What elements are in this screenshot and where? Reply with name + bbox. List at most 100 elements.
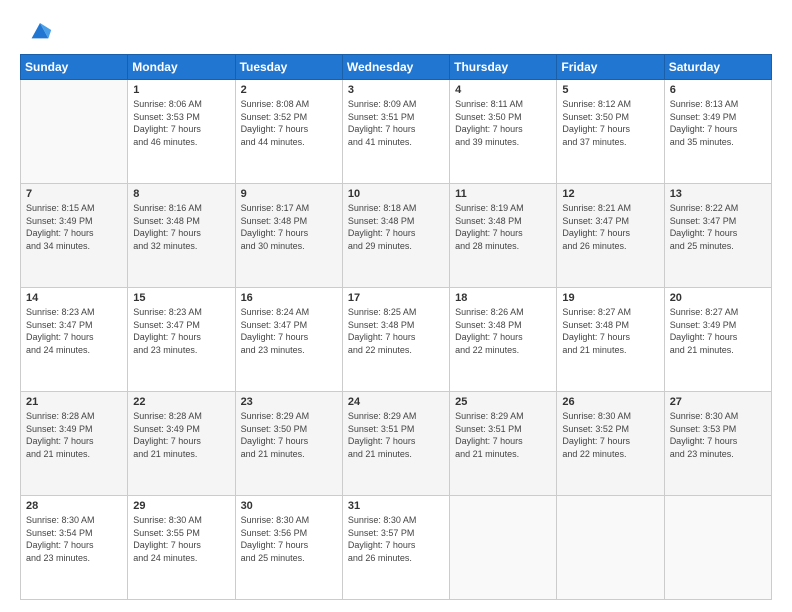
day-number: 10 <box>348 188 444 200</box>
calendar-cell: 26Sunrise: 8:30 AM Sunset: 3:52 PM Dayli… <box>557 392 664 496</box>
calendar-cell: 11 Sunrise: 8:19 AM Sunset: 3:48 PM Dayli… <box>450 184 557 288</box>
day-info: Sunrise: 8:16 AM Sunset: 3:48 PM Dayligh… <box>133 202 229 252</box>
weekday-header-saturday: Saturday <box>664 55 771 80</box>
calendar-cell: 9 Sunrise: 8:17 AM Sunset: 3:48 PM Daylig… <box>235 184 342 288</box>
calendar-cell: 3 Sunrise: 8:09 AM Sunset: 3:51 PM Daylig… <box>342 80 449 184</box>
day-info: Sunrise: 8:29 AM Sunset: 3:51 PM Dayligh… <box>348 410 444 460</box>
calendar-cell: 7 Sunrise: 8:15 AM Sunset: 3:49 PM Daylig… <box>21 184 128 288</box>
day-number: 5 <box>562 84 658 96</box>
day-number: 15 <box>133 292 229 304</box>
day-info: Sunrise: 8:11 AM Sunset: 3:50 PM Dayligh… <box>455 98 551 148</box>
day-number: 3 <box>348 84 444 96</box>
calendar-cell: 15 Sunrise: 8:23 AM Sunset: 3:47 PM Dayli… <box>128 288 235 392</box>
day-number: 29 <box>133 500 229 512</box>
day-info: Sunrise: 8:29 AM Sunset: 3:51 PM Dayligh… <box>455 410 551 460</box>
weekday-header-sunday: Sunday <box>21 55 128 80</box>
calendar-cell: 16 Sunrise: 8:24 AM Sunset: 3:47 PM Dayli… <box>235 288 342 392</box>
day-info: Sunrise: 8:09 AM Sunset: 3:51 PM Dayligh… <box>348 98 444 148</box>
day-number: 14 <box>26 292 122 304</box>
calendar-cell: 8 Sunrise: 8:16 AM Sunset: 3:48 PM Daylig… <box>128 184 235 288</box>
calendar-cell: 27Sunrise: 8:30 AM Sunset: 3:53 PM Dayli… <box>664 392 771 496</box>
day-number: 8 <box>133 188 229 200</box>
logo-icon <box>26 16 54 44</box>
day-number: 31 <box>348 500 444 512</box>
page: SundayMondayTuesdayWednesdayThursdayFrid… <box>0 0 792 612</box>
calendar-cell: 22 Sunrise: 8:28 AM Sunset: 3:49 PM Dayli… <box>128 392 235 496</box>
day-info: Sunrise: 8:17 AM Sunset: 3:48 PM Dayligh… <box>241 202 337 252</box>
calendar-cell: 29 Sunrise: 8:30 AM Sunset: 3:55 PM Dayli… <box>128 496 235 600</box>
calendar-cell: 14 Sunrise: 8:23 AM Sunset: 3:47 PM Dayli… <box>21 288 128 392</box>
day-number: 30 <box>241 500 337 512</box>
day-number: 18 <box>455 292 551 304</box>
header <box>20 16 772 44</box>
calendar-cell: 2 Sunrise: 8:08 AM Sunset: 3:52 PM Daylig… <box>235 80 342 184</box>
calendar-cell: 18 Sunrise: 8:26 AM Sunset: 3:48 PM Dayli… <box>450 288 557 392</box>
day-number: 19 <box>562 292 658 304</box>
day-number: 11 <box>455 188 551 200</box>
calendar-cell: 1 Sunrise: 8:06 AM Sunset: 3:53 PM Daylig… <box>128 80 235 184</box>
day-number: 12 <box>562 188 658 200</box>
calendar-week-row: 14 Sunrise: 8:23 AM Sunset: 3:47 PM Dayli… <box>21 288 772 392</box>
day-number: 4 <box>455 84 551 96</box>
calendar-week-row: 1 Sunrise: 8:06 AM Sunset: 3:53 PM Daylig… <box>21 80 772 184</box>
day-number: 7 <box>26 188 122 200</box>
calendar-cell: 30 Sunrise: 8:30 AM Sunset: 3:56 PM Dayli… <box>235 496 342 600</box>
day-info: Sunrise: 8:30 AM Sunset: 3:56 PM Dayligh… <box>241 514 337 564</box>
calendar-cell: 25 Sunrise: 8:29 AM Sunset: 3:51 PM Dayli… <box>450 392 557 496</box>
day-info: Sunrise: 8:24 AM Sunset: 3:47 PM Dayligh… <box>241 306 337 356</box>
day-info: Sunrise: 8:29 AM Sunset: 3:50 PM Dayligh… <box>241 410 337 460</box>
calendar-cell <box>21 80 128 184</box>
calendar-cell: 21 Sunrise: 8:28 AM Sunset: 3:49 PM Dayli… <box>21 392 128 496</box>
day-info: Sunrise: 8:23 AM Sunset: 3:47 PM Dayligh… <box>133 306 229 356</box>
day-info: Sunrise: 8:19 AM Sunset: 3:48 PM Dayligh… <box>455 202 551 252</box>
calendar-cell: 28 Sunrise: 8:30 AM Sunset: 3:54 PM Dayli… <box>21 496 128 600</box>
day-number: 22 <box>133 396 229 408</box>
day-number: 9 <box>241 188 337 200</box>
day-info: Sunrise: 8:27 AM Sunset: 3:49 PM Dayligh… <box>670 306 766 356</box>
weekday-header-tuesday: Tuesday <box>235 55 342 80</box>
calendar-cell: 31 Sunrise: 8:30 AM Sunset: 3:57 PM Dayli… <box>342 496 449 600</box>
day-info: Sunrise: 8:22 AM Sunset: 3:47 PM Dayligh… <box>670 202 766 252</box>
day-info: Sunrise: 8:30 AM Sunset: 3:52 PM Dayligh… <box>562 410 658 460</box>
day-info: Sunrise: 8:23 AM Sunset: 3:47 PM Dayligh… <box>26 306 122 356</box>
day-number: 17 <box>348 292 444 304</box>
day-number: 21 <box>26 396 122 408</box>
calendar-cell <box>557 496 664 600</box>
calendar-cell: 24 Sunrise: 8:29 AM Sunset: 3:51 PM Dayli… <box>342 392 449 496</box>
day-info: Sunrise: 8:30 AM Sunset: 3:57 PM Dayligh… <box>348 514 444 564</box>
calendar-table: SundayMondayTuesdayWednesdayThursdayFrid… <box>20 54 772 600</box>
day-number: 23 <box>241 396 337 408</box>
day-number: 28 <box>26 500 122 512</box>
day-number: 27 <box>670 396 766 408</box>
day-info: Sunrise: 8:15 AM Sunset: 3:49 PM Dayligh… <box>26 202 122 252</box>
day-info: Sunrise: 8:08 AM Sunset: 3:52 PM Dayligh… <box>241 98 337 148</box>
day-info: Sunrise: 8:28 AM Sunset: 3:49 PM Dayligh… <box>133 410 229 460</box>
day-info: Sunrise: 8:30 AM Sunset: 3:55 PM Dayligh… <box>133 514 229 564</box>
day-number: 25 <box>455 396 551 408</box>
day-info: Sunrise: 8:27 AM Sunset: 3:48 PM Dayligh… <box>562 306 658 356</box>
day-number: 24 <box>348 396 444 408</box>
day-info: Sunrise: 8:13 AM Sunset: 3:49 PM Dayligh… <box>670 98 766 148</box>
day-number: 1 <box>133 84 229 96</box>
day-number: 2 <box>241 84 337 96</box>
day-info: Sunrise: 8:06 AM Sunset: 3:53 PM Dayligh… <box>133 98 229 148</box>
day-number: 16 <box>241 292 337 304</box>
weekday-header-thursday: Thursday <box>450 55 557 80</box>
calendar-week-row: 28 Sunrise: 8:30 AM Sunset: 3:54 PM Dayli… <box>21 496 772 600</box>
calendar-cell: 10Sunrise: 8:18 AM Sunset: 3:48 PM Dayli… <box>342 184 449 288</box>
calendar-cell: 5Sunrise: 8:12 AM Sunset: 3:50 PM Daylig… <box>557 80 664 184</box>
calendar-week-row: 7 Sunrise: 8:15 AM Sunset: 3:49 PM Daylig… <box>21 184 772 288</box>
day-info: Sunrise: 8:28 AM Sunset: 3:49 PM Dayligh… <box>26 410 122 460</box>
day-info: Sunrise: 8:30 AM Sunset: 3:54 PM Dayligh… <box>26 514 122 564</box>
weekday-header-monday: Monday <box>128 55 235 80</box>
weekday-header-wednesday: Wednesday <box>342 55 449 80</box>
calendar-cell: 4 Sunrise: 8:11 AM Sunset: 3:50 PM Daylig… <box>450 80 557 184</box>
day-number: 13 <box>670 188 766 200</box>
day-info: Sunrise: 8:26 AM Sunset: 3:48 PM Dayligh… <box>455 306 551 356</box>
calendar-cell: 20Sunrise: 8:27 AM Sunset: 3:49 PM Dayli… <box>664 288 771 392</box>
calendar-week-row: 21 Sunrise: 8:28 AM Sunset: 3:49 PM Dayli… <box>21 392 772 496</box>
calendar-cell: 12Sunrise: 8:21 AM Sunset: 3:47 PM Dayli… <box>557 184 664 288</box>
calendar-cell: 19 Sunrise: 8:27 AM Sunset: 3:48 PM Dayli… <box>557 288 664 392</box>
weekday-header-row: SundayMondayTuesdayWednesdayThursdayFrid… <box>21 55 772 80</box>
calendar-cell <box>450 496 557 600</box>
